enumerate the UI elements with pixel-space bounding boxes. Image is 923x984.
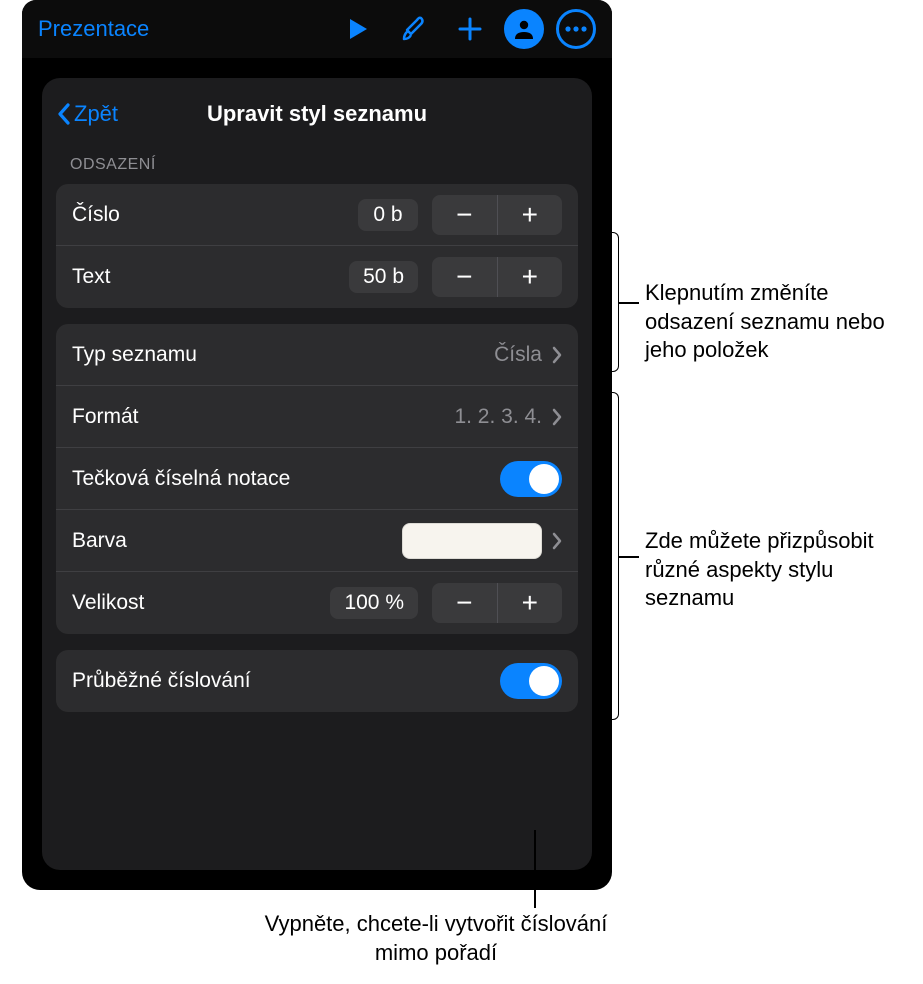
paintbrush-icon — [399, 14, 429, 44]
size-increment[interactable]: + — [498, 583, 563, 623]
indent-text-row: Text 50 b − + — [56, 246, 578, 308]
continuous-group: Průběžné číslování — [56, 650, 578, 712]
person-icon — [512, 17, 536, 41]
chevron-right-icon — [552, 346, 562, 364]
dot-notation-row: Tečková číselná notace — [56, 448, 578, 510]
chevron-right-icon — [552, 532, 562, 550]
style-group: Typ seznamu Čísla Formát 1. 2. 3. 4. Teč… — [56, 324, 578, 634]
format-popover: Zpět Upravit styl seznamu ODSAZENÍ Číslo… — [42, 78, 592, 870]
continuous-toggle[interactable] — [500, 663, 562, 699]
indent-group: Číslo 0 b − + Text 50 b − + — [56, 184, 578, 308]
popover-title: Upravit styl seznamu — [42, 101, 592, 127]
indent-number-decrement[interactable]: − — [432, 195, 498, 235]
play-button[interactable] — [336, 7, 380, 51]
callout-bracket — [605, 232, 619, 372]
format-row[interactable]: Formát 1. 2. 3. 4. — [56, 386, 578, 448]
indent-text-value[interactable]: 50 b — [349, 261, 418, 293]
add-button[interactable] — [448, 7, 492, 51]
popover-nav: Zpět Upravit styl seznamu — [42, 88, 592, 140]
size-row: Velikost 100 % − + — [56, 572, 578, 634]
format-label: Formát — [72, 405, 454, 429]
indent-section-header: ODSAZENÍ — [42, 140, 592, 180]
size-label: Velikost — [72, 591, 330, 615]
indent-number-value[interactable]: 0 b — [358, 199, 418, 231]
play-icon — [347, 17, 369, 41]
indent-text-label: Text — [72, 265, 349, 289]
callout-bracket — [605, 392, 619, 720]
indent-text-stepper: − + — [432, 257, 562, 297]
chevron-right-icon — [552, 408, 562, 426]
size-stepper: − + — [432, 583, 562, 623]
color-row[interactable]: Barva — [56, 510, 578, 572]
color-label: Barva — [72, 529, 402, 553]
continuous-label: Průběžné číslování — [72, 669, 492, 693]
size-value[interactable]: 100 % — [330, 587, 418, 619]
color-well[interactable] — [402, 523, 542, 559]
device-frame: Prezentace — [22, 0, 612, 890]
callout-lead — [619, 302, 639, 304]
format-value: 1. 2. 3. 4. — [454, 405, 542, 429]
dot-notation-toggle[interactable] — [500, 461, 562, 497]
list-type-label: Typ seznamu — [72, 343, 494, 367]
list-type-row[interactable]: Typ seznamu Čísla — [56, 324, 578, 386]
collaborate-button[interactable] — [504, 9, 544, 49]
format-button[interactable] — [392, 7, 436, 51]
callout-aspects: Zde můžete přizpůsobit různé aspekty sty… — [645, 527, 905, 613]
dot-notation-label: Tečková číselná notace — [72, 467, 492, 491]
indent-number-stepper: − + — [432, 195, 562, 235]
app-title[interactable]: Prezentace — [38, 16, 149, 42]
callout-continuous: Vypněte, chcete-li vytvořit číslování mi… — [236, 910, 636, 967]
indent-text-decrement[interactable]: − — [432, 257, 498, 297]
indent-number-label: Číslo — [72, 203, 358, 227]
indent-text-increment[interactable]: + — [498, 257, 563, 297]
size-decrement[interactable]: − — [432, 583, 498, 623]
callout-indent: Klepnutím změníte odsazení seznamu nebo … — [645, 279, 915, 365]
callout-lead — [534, 830, 536, 908]
indent-number-row: Číslo 0 b − + — [56, 184, 578, 246]
list-type-value: Čísla — [494, 343, 542, 367]
continuous-row: Průběžné číslování — [56, 650, 578, 712]
ellipsis-icon — [565, 26, 587, 32]
more-button[interactable] — [556, 9, 596, 49]
top-toolbar: Prezentace — [22, 0, 612, 58]
indent-number-increment[interactable]: + — [498, 195, 563, 235]
plus-icon — [456, 15, 484, 43]
callout-lead — [619, 556, 639, 558]
